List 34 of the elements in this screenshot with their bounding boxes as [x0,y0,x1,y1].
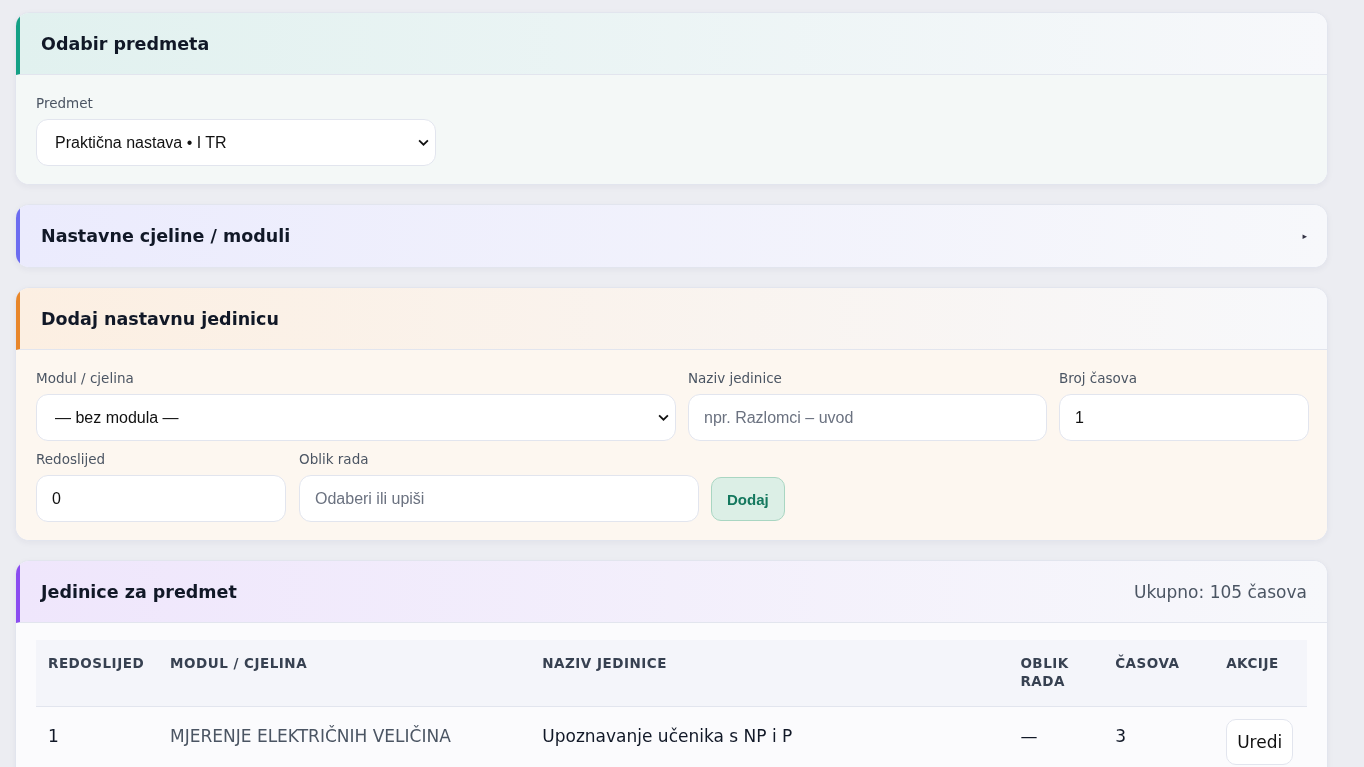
module-select[interactable]: — bez modula — [36,394,676,441]
field-label: Modul / cjelina [36,370,135,386]
add-button[interactable]: Dodaj [711,477,785,521]
column-header: MODUL / CJELINA [158,640,531,706]
card-header[interactable]: Nastavne cjeline / moduli ▸ [16,205,1327,267]
field-label: Naziv jedinice [688,370,783,386]
expand-toggle[interactable]: ▸ [1302,231,1307,241]
input-field[interactable]: Odaberi ili upiši [299,475,699,522]
table-cell: 1 [36,706,159,767]
table-cell: 3 [1103,706,1215,767]
column-header: OBLIK RADA [1008,640,1104,706]
input-field[interactable]: 1 [1059,394,1309,441]
field-label: Oblik rada [299,451,370,467]
input-field[interactable]: npr. Razlomci – uvod [688,394,1047,441]
subject-select[interactable]: Praktična nastava • I TR [36,119,436,166]
field-label: Predmet [36,95,94,111]
card-title: Nastavne cjeline / moduli [41,226,291,246]
card-title: Jedinice za predmet [41,581,237,602]
table-cell: Upoznavanje učenika s NP i P [530,706,1009,767]
chevron-down-icon [658,414,669,421]
table-cell: — [1008,706,1104,767]
column-header: AKCIJE [1214,640,1307,706]
total-hours: Ukupno: 105 časova [1134,581,1307,602]
table-cell: MJERENJE ELEKTRIČNIH VELIČINA [158,706,531,767]
chevron-down-icon [418,139,429,146]
field-label: Broj časova [1059,370,1139,386]
input-field[interactable]: 0 [36,475,286,522]
card-title: Dodaj nastavnu jedinicu [41,308,279,329]
column-header: REDOSLIJED [36,640,159,706]
card-title: Odabir predmeta [41,33,210,54]
field-label: Redoslijed [36,451,107,467]
edit-button[interactable]: Uredi [1226,718,1294,765]
column-header: NAZIV JEDINICE [530,640,1009,706]
column-header: ČASOVA [1103,640,1215,706]
